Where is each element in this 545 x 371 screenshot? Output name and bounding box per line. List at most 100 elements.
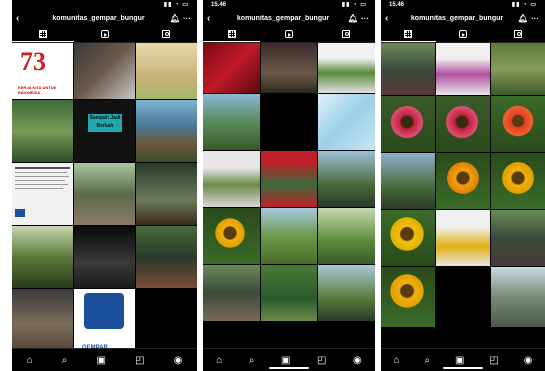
bell-icon[interactable]: 🔔︎ bbox=[169, 14, 181, 23]
post-garden[interactable] bbox=[12, 226, 73, 288]
status-indicators: ▮▮ ◔ ▭ bbox=[511, 2, 537, 8]
profile-header: ‹ komunitas_gempar_bungur 🔔︎ ··· bbox=[381, 10, 545, 26]
more-icon[interactable]: ··· bbox=[529, 14, 541, 23]
post-poster-dark[interactable] bbox=[74, 43, 135, 99]
post-news[interactable] bbox=[203, 151, 260, 207]
post-poster-red[interactable] bbox=[260, 151, 318, 207]
status-bar: 15.46 ▮▮ ◔ ▭ bbox=[203, 0, 375, 10]
reels-icon bbox=[100, 30, 109, 38]
post-group-photo[interactable] bbox=[74, 163, 135, 225]
post-road[interactable] bbox=[491, 43, 545, 95]
profile-icon[interactable]: ◉ bbox=[174, 355, 183, 366]
reels-nav-icon[interactable]: ▣ bbox=[455, 355, 464, 366]
post-sunflower-2[interactable] bbox=[436, 153, 490, 209]
back-arrow-icon[interactable]: ‹ bbox=[385, 13, 397, 24]
reels-icon bbox=[459, 30, 467, 38]
shop-icon[interactable]: ◰ bbox=[317, 355, 326, 366]
post-red-flower-2[interactable] bbox=[436, 96, 490, 152]
post-farming[interactable] bbox=[136, 163, 197, 225]
sampah-logo: Sampah Jadi Berkah bbox=[86, 112, 124, 134]
post-orange-flower[interactable] bbox=[491, 96, 545, 152]
tagged-icon bbox=[342, 30, 351, 38]
sunflower-image bbox=[444, 159, 482, 197]
grid-icon bbox=[227, 29, 236, 38]
post-flower-article[interactable] bbox=[436, 43, 490, 95]
post-black[interactable] bbox=[436, 267, 490, 327]
profile-tabs bbox=[203, 26, 375, 43]
post-sampah[interactable]: Sampah Jadi Berkah bbox=[74, 100, 135, 162]
post-trees[interactable] bbox=[318, 208, 375, 264]
grid-icon bbox=[38, 29, 47, 38]
search-icon[interactable]: ⌕ bbox=[249, 355, 255, 366]
status-time: 15.46 bbox=[211, 2, 227, 8]
status-time: 15.46 bbox=[389, 2, 405, 8]
profile-username: komunitas_gempar_bungur bbox=[236, 14, 330, 22]
post-sky[interactable] bbox=[318, 94, 375, 150]
tab-reels[interactable] bbox=[436, 26, 491, 42]
shop-icon[interactable]: ◰ bbox=[135, 355, 144, 366]
post-sunflower-1[interactable] bbox=[203, 208, 260, 264]
sunflower-image bbox=[387, 214, 427, 254]
post-anniversary[interactable]: 73 KERJA KITA UNTUK INDONESIA bbox=[12, 43, 73, 99]
profile-tabs bbox=[381, 26, 545, 43]
post-outdoor[interactable] bbox=[203, 94, 260, 150]
status-indicators: ▮▮ ◔ ▭ bbox=[341, 2, 367, 8]
profile-icon[interactable]: ◉ bbox=[524, 355, 533, 366]
status-indicators: ▮▮ ◔ ▭ bbox=[163, 2, 189, 8]
post-workers[interactable] bbox=[318, 151, 375, 207]
home-icon[interactable]: ⌂ bbox=[393, 355, 399, 366]
post-sunflower-5[interactable] bbox=[381, 267, 435, 327]
post-field[interactable] bbox=[260, 208, 318, 264]
home-icon[interactable]: ⌂ bbox=[27, 355, 33, 366]
reels-nav-icon[interactable]: ▣ bbox=[97, 355, 106, 366]
post-path[interactable] bbox=[318, 265, 375, 321]
phone-screen-1: ▮▮ ◔ ▭ ‹ komunitas_gempar_bungur 🔔︎ ··· … bbox=[12, 0, 197, 371]
post-map[interactable] bbox=[136, 43, 197, 99]
more-icon[interactable]: ··· bbox=[359, 14, 371, 23]
bell-icon[interactable]: 🔔︎ bbox=[517, 14, 529, 23]
post-costume[interactable] bbox=[136, 226, 197, 288]
sunflower-image bbox=[499, 159, 537, 197]
post-red-flower-1[interactable] bbox=[381, 96, 435, 152]
post-black[interactable] bbox=[260, 94, 318, 150]
post-people[interactable] bbox=[203, 265, 260, 321]
search-icon[interactable]: ⌕ bbox=[62, 355, 68, 366]
reels-nav-icon[interactable]: ▣ bbox=[281, 355, 290, 366]
shop-icon[interactable]: ◰ bbox=[489, 355, 498, 366]
tab-grid[interactable] bbox=[203, 26, 261, 42]
post-dark-field[interactable] bbox=[260, 43, 318, 93]
post-article[interactable] bbox=[318, 43, 375, 93]
profile-tabs bbox=[12, 26, 197, 43]
post-meeting[interactable] bbox=[12, 100, 73, 162]
tagged-icon bbox=[513, 30, 522, 38]
post-banner[interactable] bbox=[381, 153, 435, 209]
post-document[interactable] bbox=[12, 163, 73, 225]
search-icon[interactable]: ⌕ bbox=[424, 355, 430, 366]
post-night[interactable] bbox=[74, 226, 135, 288]
tab-tagged[interactable] bbox=[135, 26, 197, 42]
bell-icon[interactable]: 🔔︎ bbox=[347, 14, 359, 23]
back-arrow-icon[interactable]: ‹ bbox=[207, 13, 219, 24]
tab-grid[interactable] bbox=[381, 26, 436, 42]
red-flower-image bbox=[442, 102, 482, 142]
post-river[interactable] bbox=[136, 100, 197, 162]
post-red[interactable] bbox=[203, 43, 260, 93]
back-arrow-icon[interactable]: ‹ bbox=[16, 13, 28, 24]
tab-reels[interactable] bbox=[260, 26, 317, 42]
post-sunflower-article[interactable] bbox=[436, 210, 490, 266]
post-bridge[interactable] bbox=[491, 267, 545, 327]
tab-tagged[interactable] bbox=[318, 26, 375, 42]
home-icon[interactable]: ⌂ bbox=[216, 355, 222, 366]
post-sunflower-4[interactable] bbox=[381, 210, 435, 266]
profile-icon[interactable]: ◉ bbox=[353, 355, 362, 366]
sunflower-image bbox=[387, 271, 427, 311]
tab-reels[interactable] bbox=[74, 26, 136, 42]
post-rice-field[interactable] bbox=[260, 265, 318, 321]
post-group[interactable] bbox=[381, 43, 435, 95]
profile-header: ‹ komunitas_gempar_bungur 🔔︎ ··· bbox=[203, 10, 375, 26]
tab-tagged[interactable] bbox=[490, 26, 545, 42]
post-sunflower-3[interactable] bbox=[491, 153, 545, 209]
post-community[interactable] bbox=[491, 210, 545, 266]
more-icon[interactable]: ··· bbox=[181, 14, 193, 23]
tab-grid[interactable] bbox=[12, 26, 74, 42]
